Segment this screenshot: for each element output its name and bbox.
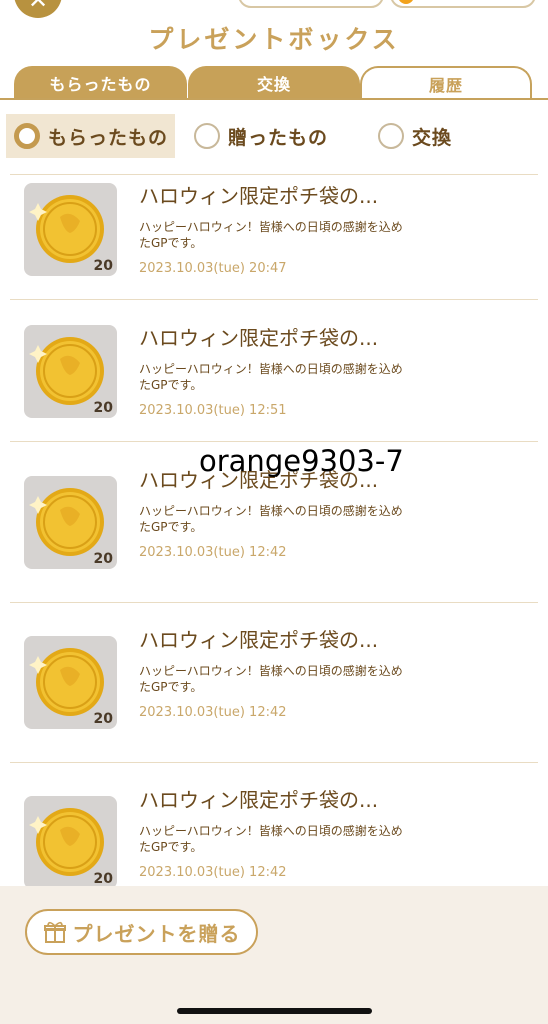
item-description: ハッピーハロウィン！皆様への日頃の感謝を込めたGPです。 (139, 362, 403, 392)
item-date: 2023.10.03(tue) 20:47 (139, 261, 287, 276)
send-present-button[interactable]: プレゼントを贈る (25, 909, 258, 955)
item-description: ハッピーハロウィン！皆様への日頃の感謝を込めたGPです。 (139, 664, 403, 694)
gp-coin-thumbnail: 20 (24, 476, 117, 569)
item-description: ハッピーハロウィン！皆様への日頃の感謝を込めたGPです。 (139, 824, 403, 854)
currency-pill-2 (390, 0, 536, 8)
radio-selected-icon (14, 123, 40, 149)
item-divider (10, 602, 538, 603)
history-filter: もらったもの 贈ったもの 交換 (0, 114, 548, 160)
quantity-badge: 20 (93, 871, 113, 886)
quantity-badge: 20 (93, 258, 113, 274)
tab-history[interactable]: 履歴 (360, 66, 532, 100)
quantity-badge: 20 (93, 711, 113, 727)
tab-bar: もらったもの 交換 履歴 (0, 66, 548, 100)
item-date: 2023.10.03(tue) 12:51 (139, 403, 287, 418)
tab-received[interactable]: もらったもの (14, 66, 187, 100)
item-divider (10, 441, 538, 442)
item-title: ハロウィン限定ポチ袋の... (139, 184, 379, 208)
filter-sent[interactable]: 贈ったもの (194, 114, 354, 158)
send-present-label: プレゼントを贈る (72, 921, 241, 946)
tab-exchange[interactable]: 交換 (188, 66, 360, 100)
page-title: プレゼントボックス (148, 25, 400, 54)
close-button[interactable]: ✕ (14, 0, 62, 18)
item-description: ハッピーハロウィン！皆様への日頃の感謝を込めたGPです。 (139, 220, 403, 250)
item-description: ハッピーハロウィン！皆様への日頃の感謝を込めたGPです。 (139, 504, 403, 534)
item-title: ハロウィン限定ポチ袋の... (139, 628, 379, 652)
filter-received[interactable]: もらったもの (6, 114, 175, 158)
filter-received-label: もらったもの (48, 126, 169, 149)
tab-underline (0, 98, 548, 100)
currency-pill-1 (238, 0, 384, 8)
item-date: 2023.10.03(tue) 12:42 (139, 705, 287, 720)
gp-coin-thumbnail: 20 (24, 183, 117, 276)
filter-exchange-label: 交換 (412, 126, 453, 149)
quantity-badge: 20 (93, 551, 113, 567)
item-title: ハロウィン限定ポチ袋の... (139, 326, 379, 350)
radio-icon (378, 123, 404, 149)
coin-icon (398, 0, 414, 4)
footer-bar: プレゼントを贈る (0, 886, 548, 1024)
item-divider (10, 762, 538, 763)
home-indicator[interactable] (177, 1008, 372, 1014)
filter-exchange[interactable]: 交換 (378, 114, 478, 158)
item-title: ハロウィン限定ポチ袋の... (139, 788, 379, 812)
history-list[interactable]: 20 ハロウィン限定ポチ袋の... ハッピーハロウィン！皆様への日頃の感謝を込め… (0, 174, 548, 886)
gp-coin-thumbnail: 20 (24, 796, 117, 886)
quantity-badge: 20 (93, 400, 113, 416)
gp-coin-thumbnail: 20 (24, 636, 117, 729)
radio-icon (194, 123, 220, 149)
item-divider (10, 299, 538, 300)
filter-sent-label: 贈ったもの (228, 126, 329, 149)
item-date: 2023.10.03(tue) 12:42 (139, 865, 287, 880)
watermark-text: orange9303-7 (199, 444, 404, 478)
gp-coin-thumbnail: 20 (24, 325, 117, 418)
item-date: 2023.10.03(tue) 12:42 (139, 545, 287, 560)
close-icon: ✕ (27, 0, 49, 14)
gift-icon (43, 921, 66, 943)
